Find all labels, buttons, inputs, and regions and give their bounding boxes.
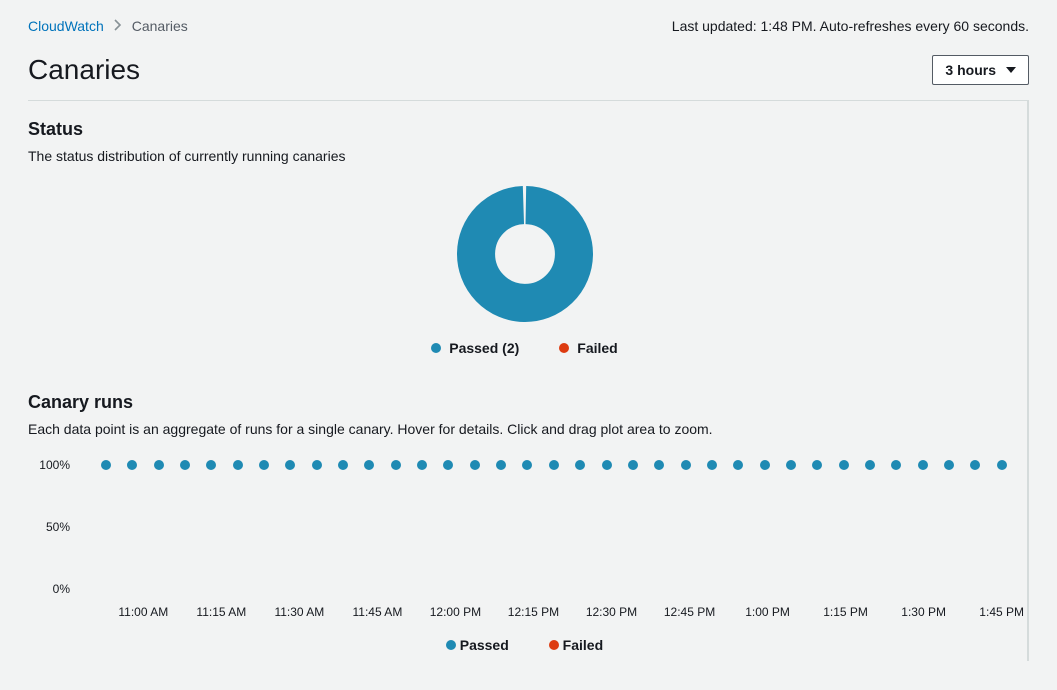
runs-legend: Passed Failed xyxy=(28,637,1021,653)
chevron-right-icon xyxy=(114,18,122,34)
data-point[interactable] xyxy=(154,460,164,470)
data-point[interactable] xyxy=(180,460,190,470)
data-point[interactable] xyxy=(391,460,401,470)
data-point[interactable] xyxy=(338,460,348,470)
x-tick-label: 1:30 PM xyxy=(901,605,946,619)
x-tick-label: 11:30 AM xyxy=(274,605,324,619)
status-description: The status distribution of currently run… xyxy=(28,148,1021,164)
runs-heading: Canary runs xyxy=(28,392,1021,413)
breadcrumb-parent-link[interactable]: CloudWatch xyxy=(28,18,104,34)
legend-item-failed[interactable]: Failed xyxy=(549,637,603,653)
x-tick-label: 12:15 PM xyxy=(508,605,559,619)
data-point[interactable] xyxy=(733,460,743,470)
data-point[interactable] xyxy=(654,460,664,470)
runs-legend-failed-label: Failed xyxy=(563,637,603,653)
data-point[interactable] xyxy=(602,460,612,470)
circle-icon xyxy=(446,640,456,650)
data-point[interactable] xyxy=(760,460,770,470)
x-tick-label: 12:30 PM xyxy=(586,605,637,619)
y-tick-0: 0% xyxy=(28,582,70,596)
canary-runs-chart[interactable]: 100% 50% 0% 11:00 AM 11:15 AM 11:30 AM 11:4… xyxy=(28,455,1021,653)
data-point[interactable] xyxy=(970,460,980,470)
data-point[interactable] xyxy=(944,460,954,470)
x-tick-label: 12:00 PM xyxy=(430,605,481,619)
circle-icon xyxy=(559,343,569,353)
data-point[interactable] xyxy=(918,460,928,470)
data-point[interactable] xyxy=(891,460,901,470)
status-donut-chart xyxy=(457,186,593,322)
data-point[interactable] xyxy=(681,460,691,470)
x-tick-label: 11:45 AM xyxy=(353,605,403,619)
x-tick-label: 1:15 PM xyxy=(823,605,868,619)
data-point[interactable] xyxy=(812,460,822,470)
x-axis: 11:00 AM 11:15 AM 11:30 AM 11:45 AM 12:00 PM… xyxy=(78,605,1011,623)
data-point[interactable] xyxy=(839,460,849,470)
x-tick-label: 1:45 PM xyxy=(979,605,1024,619)
x-tick-label: 11:15 AM xyxy=(196,605,246,619)
data-point[interactable] xyxy=(549,460,559,470)
data-point[interactable] xyxy=(259,460,269,470)
data-point[interactable] xyxy=(312,460,322,470)
data-point[interactable] xyxy=(496,460,506,470)
data-point[interactable] xyxy=(575,460,585,470)
legend-item-passed[interactable]: Passed (2) xyxy=(431,340,519,356)
runs-description: Each data point is an aggregate of runs … xyxy=(28,421,1021,437)
data-point[interactable] xyxy=(865,460,875,470)
x-tick-label: 12:45 PM xyxy=(664,605,715,619)
data-point[interactable] xyxy=(417,460,427,470)
data-point[interactable] xyxy=(127,460,137,470)
breadcrumb-current: Canaries xyxy=(132,18,188,34)
legend-item-passed[interactable]: Passed xyxy=(446,637,509,653)
data-point[interactable] xyxy=(206,460,216,470)
legend-item-failed[interactable]: Failed xyxy=(559,340,617,356)
canary-runs-section: Canary runs Each data point is an aggreg… xyxy=(28,374,1021,661)
circle-icon xyxy=(549,640,559,650)
x-tick-label: 11:00 AM xyxy=(118,605,168,619)
data-point[interactable] xyxy=(364,460,374,470)
caret-down-icon xyxy=(1006,67,1016,73)
y-tick-50: 50% xyxy=(28,520,70,534)
runs-legend-passed-label: Passed xyxy=(460,637,509,653)
time-range-label: 3 hours xyxy=(945,62,996,78)
data-point[interactable] xyxy=(285,460,295,470)
data-point[interactable] xyxy=(470,460,480,470)
breadcrumb: CloudWatch Canaries xyxy=(28,18,188,34)
legend-failed-label: Failed xyxy=(577,340,617,356)
data-point[interactable] xyxy=(522,460,532,470)
time-range-selector[interactable]: 3 hours xyxy=(932,55,1029,85)
page-title: Canaries xyxy=(28,54,140,86)
data-point[interactable] xyxy=(707,460,717,470)
data-point[interactable] xyxy=(443,460,453,470)
last-updated-text: Last updated: 1:48 PM. Auto-refreshes ev… xyxy=(672,18,1029,34)
data-point[interactable] xyxy=(997,460,1007,470)
status-legend: Passed (2) Failed xyxy=(431,340,618,356)
data-point[interactable] xyxy=(786,460,796,470)
status-heading: Status xyxy=(28,119,1021,140)
plot-area[interactable] xyxy=(78,465,1011,589)
status-section: Status The status distribution of curren… xyxy=(28,101,1021,374)
y-tick-100: 100% xyxy=(28,458,70,472)
data-point[interactable] xyxy=(233,460,243,470)
circle-icon xyxy=(431,343,441,353)
x-tick-label: 1:00 PM xyxy=(745,605,790,619)
legend-passed-label: Passed (2) xyxy=(449,340,519,356)
data-point[interactable] xyxy=(101,460,111,470)
data-point[interactable] xyxy=(628,460,638,470)
